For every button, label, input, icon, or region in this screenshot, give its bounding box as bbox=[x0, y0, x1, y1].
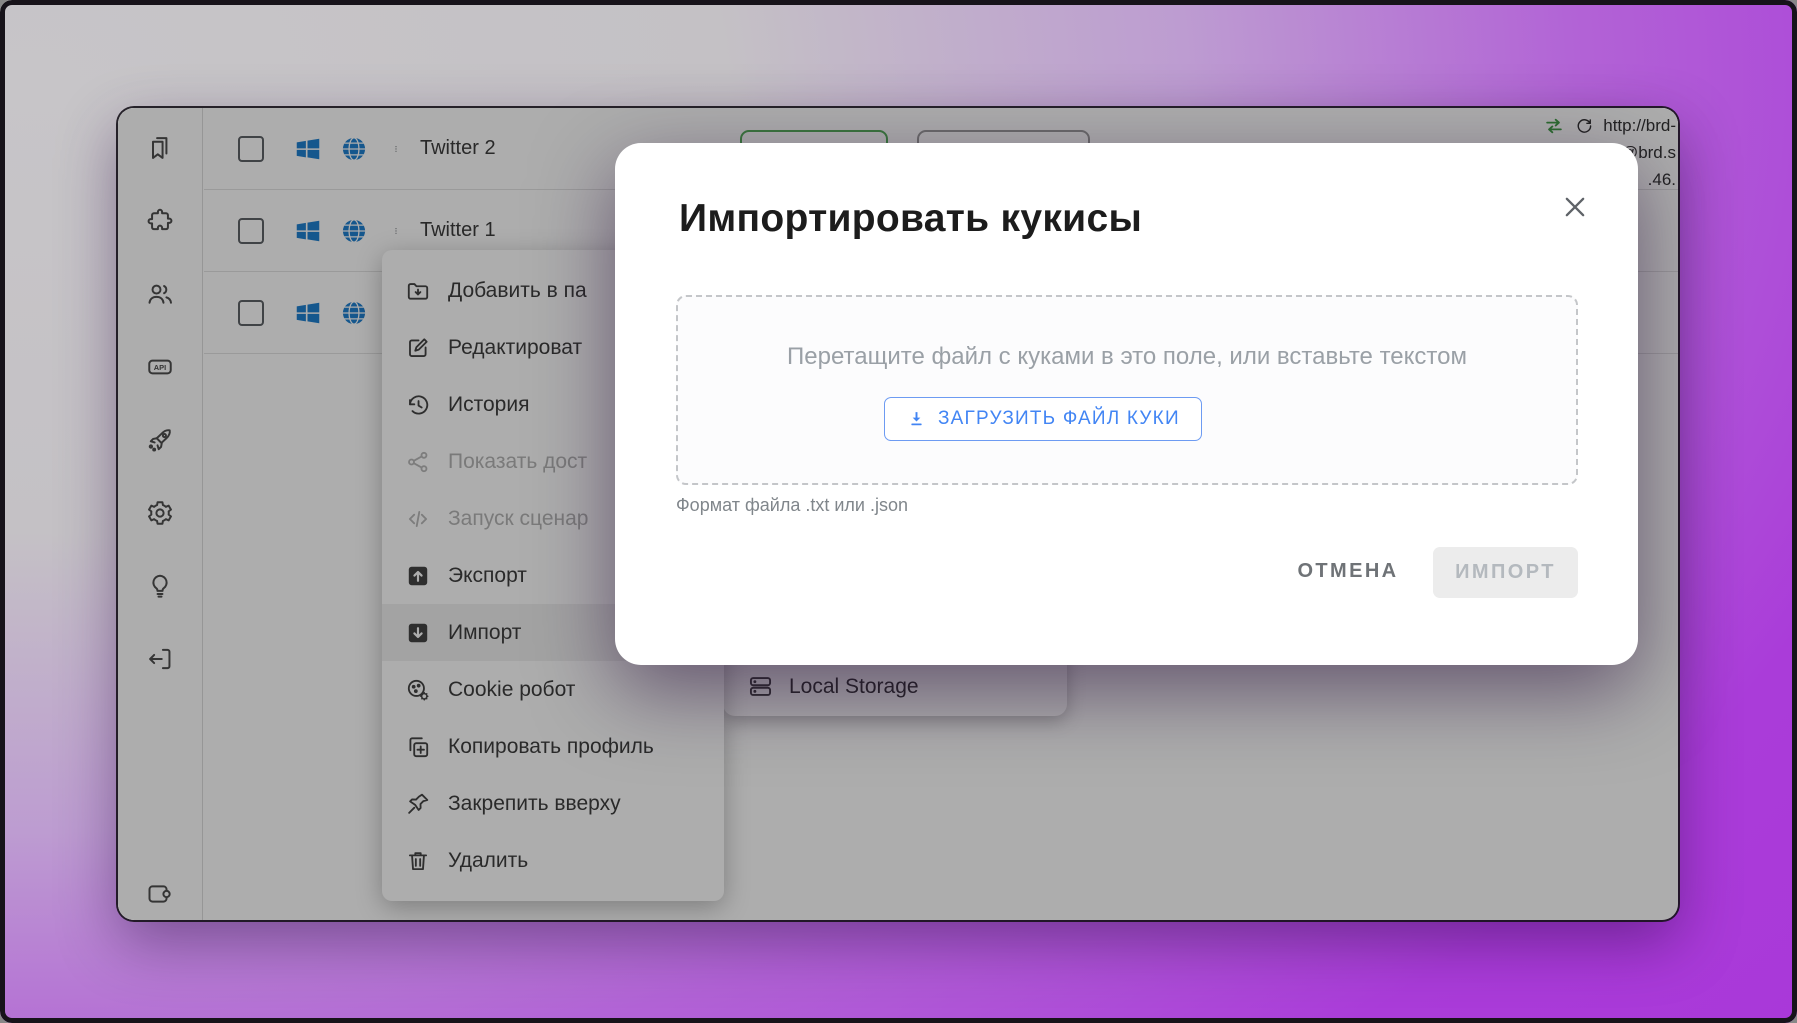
dialog-title: Импортировать кукисы bbox=[679, 197, 1142, 241]
import-button-disabled: ИМПОРТ bbox=[1433, 547, 1578, 598]
close-icon[interactable] bbox=[1561, 193, 1589, 221]
dropzone-placeholder: Перетащите файл с куками в это поле, или… bbox=[678, 343, 1576, 371]
file-format-hint: Формат файла .txt или .json bbox=[676, 495, 908, 516]
cancel-button[interactable]: ОТМЕНА bbox=[1278, 549, 1418, 594]
upload-cookie-file-button[interactable]: ЗАГРУЗИТЬ ФАЙЛ КУКИ bbox=[884, 397, 1202, 441]
download-icon bbox=[906, 409, 927, 430]
desktop-background: API Twitter 2 Twitter 1 bbox=[0, 0, 1797, 1023]
upload-button-label: ЗАГРУЗИТЬ ФАЙЛ КУКИ bbox=[938, 408, 1180, 430]
import-cookies-dialog: Импортировать кукисы Перетащите файл с к… bbox=[615, 143, 1638, 665]
cookie-dropzone[interactable]: Перетащите файл с куками в это поле, или… bbox=[676, 295, 1578, 485]
